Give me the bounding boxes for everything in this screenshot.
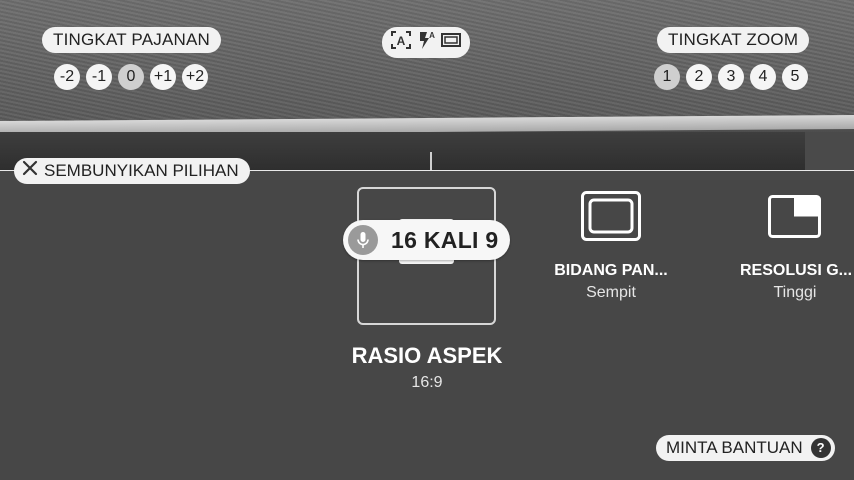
zoom-level-option[interactable]: 5: [782, 64, 808, 90]
close-icon: [22, 158, 38, 184]
exposure-level-selector: -2 -1 0 +1 +2: [54, 64, 208, 90]
help-label: MINTA BANTUAN: [666, 438, 803, 457]
field-of-view-value: Sempit: [586, 284, 636, 301]
exposure-level-option[interactable]: +2: [182, 64, 208, 90]
exposure-level-option[interactable]: -1: [86, 64, 112, 90]
field-of-view-title: BIDANG PAN...: [554, 262, 668, 279]
flash-auto-icon: A: [416, 30, 436, 55]
exposure-level-option[interactable]: +1: [150, 64, 176, 90]
resolution-icon: [768, 195, 821, 242]
help-question-icon: ?: [810, 438, 831, 458]
zoom-level-option[interactable]: 2: [686, 64, 712, 90]
aspect-ratio-value: 16:9: [411, 374, 443, 391]
svg-text:A: A: [397, 34, 406, 48]
resolution-title: RESOLUSI G...: [740, 262, 853, 279]
resolution-value: Tinggi: [773, 284, 817, 301]
microphone-icon: [348, 225, 378, 255]
zoom-level-option[interactable]: 3: [718, 64, 744, 90]
voice-command-hint: 16 KALI 9: [343, 220, 510, 260]
viewfinder-image-post: [805, 132, 854, 171]
viewfinder-image-surface: [0, 0, 854, 125]
help-button[interactable]: MINTA BANTUAN ?: [656, 435, 835, 461]
field-of-view-icon: [581, 191, 641, 245]
exposure-level-label: TINGKAT PAJANAN: [42, 27, 221, 53]
aspect-ratio-title: RASIO ASPEK: [351, 343, 503, 368]
exposure-level-option-selected[interactable]: 0: [118, 64, 144, 90]
svg-text:A: A: [429, 31, 435, 40]
resolution-option[interactable]: [768, 195, 821, 238]
field-of-view-option[interactable]: [581, 191, 641, 241]
quick-settings-chip[interactable]: A A: [382, 27, 470, 58]
auto-mode-icon: A: [390, 30, 412, 55]
exposure-level-option[interactable]: -2: [54, 64, 80, 90]
zoom-level-option[interactable]: 4: [750, 64, 776, 90]
hide-options-label: SEMBUNYIKAN PILIHAN: [44, 161, 239, 180]
zoom-level-label: TINGKAT ZOOM: [657, 27, 810, 53]
hide-options-button[interactable]: SEMBUNYIKAN PILIHAN: [14, 158, 250, 184]
voice-command-text: 16 KALI 9: [391, 226, 499, 253]
zoom-level-option-selected[interactable]: 1: [654, 64, 680, 90]
aspect-frame-icon: [440, 31, 462, 54]
zoom-level-selector: 1 2 3 4 5: [654, 64, 808, 90]
focus-marker: [430, 152, 432, 171]
